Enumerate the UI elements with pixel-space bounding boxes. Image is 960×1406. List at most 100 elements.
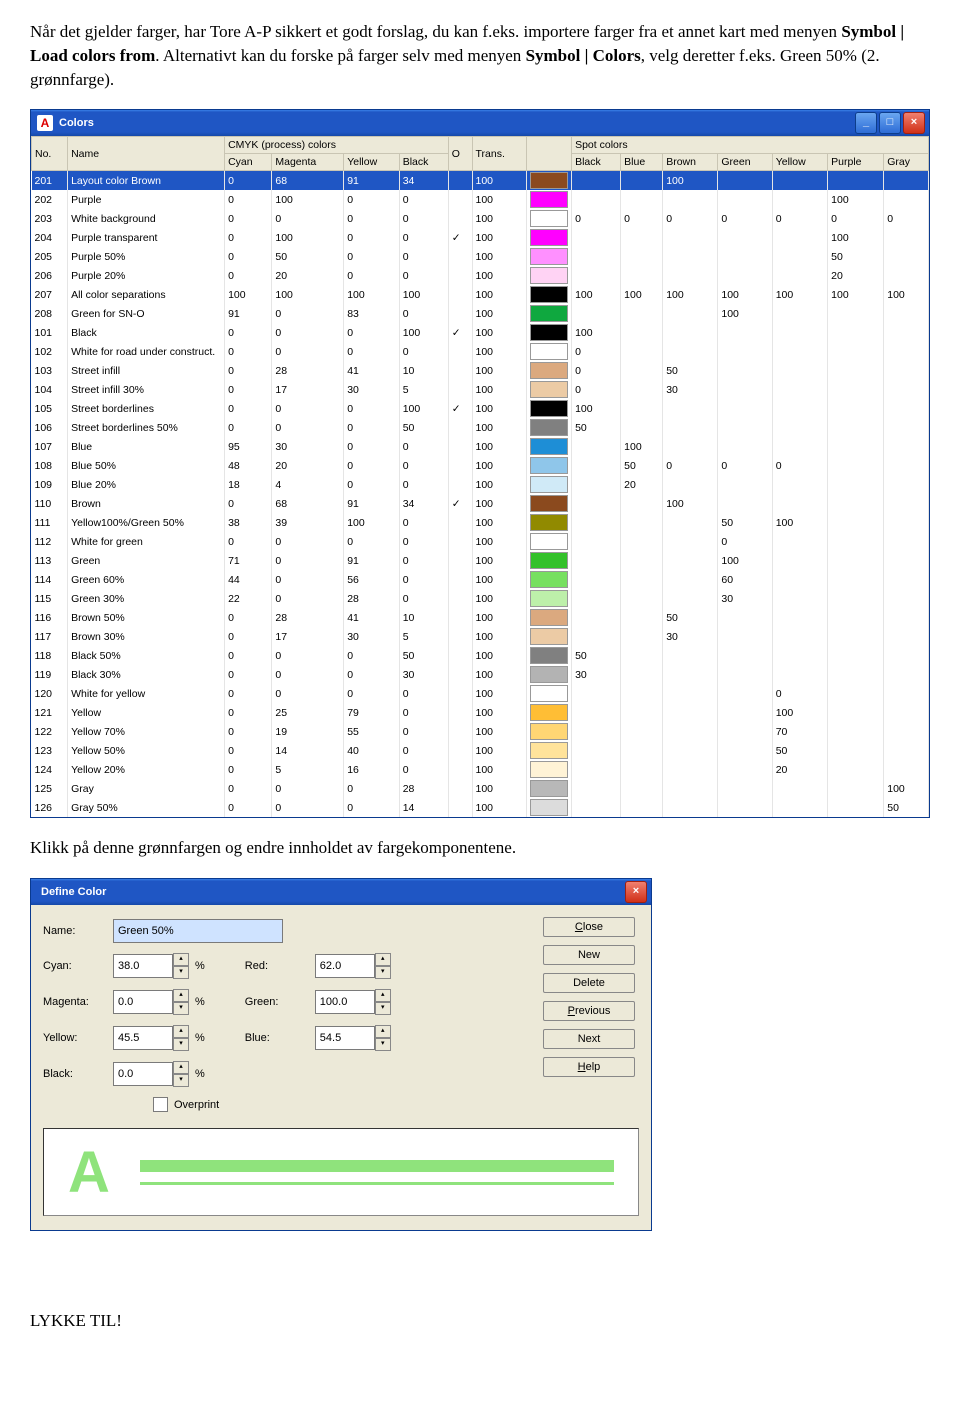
table-row[interactable]: 125Gray00028100100 xyxy=(32,779,929,798)
next-button[interactable]: Next xyxy=(543,1029,635,1049)
table-row[interactable]: 204Purple transparent010000✓100100 xyxy=(32,228,929,247)
color-preview: A xyxy=(43,1128,639,1216)
col-name[interactable]: Name xyxy=(68,137,225,171)
black-field[interactable] xyxy=(113,1062,173,1086)
col-yellow[interactable]: Yellow xyxy=(344,154,399,171)
table-row[interactable]: 126Gray 50%0001410050 xyxy=(32,798,929,817)
col-spot-gray[interactable]: Gray xyxy=(884,154,929,171)
table-row[interactable]: 104Street infill 30%017305100030 xyxy=(32,380,929,399)
maximize-button[interactable]: □ xyxy=(879,112,901,134)
dialog-title: Define Color xyxy=(41,886,106,898)
table-row[interactable]: 201Layout color Brown0689134100100 xyxy=(32,171,929,191)
green-label: Green: xyxy=(245,996,315,1008)
table-row[interactable]: 105Street borderlines000100✓100100 xyxy=(32,399,929,418)
table-row[interactable]: 101Black000100✓100100 xyxy=(32,323,929,342)
table-row[interactable]: 111Yellow100%/Green 50%3839100010050100 xyxy=(32,513,929,532)
table-row[interactable]: 202Purple010000100100 xyxy=(32,190,929,209)
dialog-close-button[interactable]: × xyxy=(625,881,647,903)
magenta-label: Magenta: xyxy=(43,996,113,1008)
col-group-cmyk: CMYK (process) colors xyxy=(225,137,449,154)
col-magenta[interactable]: Magenta xyxy=(272,154,344,171)
window-titlebar[interactable]: A Colors _ □ × xyxy=(31,110,929,136)
paragraph-1: Når det gjelder farger, har Tore A-P sik… xyxy=(30,20,930,91)
blue-down[interactable]: ▾ xyxy=(375,1038,391,1051)
delete-button[interactable]: Delete xyxy=(543,973,635,993)
magenta-field[interactable] xyxy=(113,990,173,1014)
red-up[interactable]: ▴ xyxy=(375,953,391,966)
col-o[interactable]: O xyxy=(448,137,472,171)
new-button[interactable]: New xyxy=(543,945,635,965)
blue-up[interactable]: ▴ xyxy=(375,1025,391,1038)
table-row[interactable]: 119Black 30%0003010030 xyxy=(32,665,929,684)
mag-up[interactable]: ▴ xyxy=(173,989,189,1002)
table-row[interactable]: 102White for road under construct.000010… xyxy=(32,342,929,361)
help-button[interactable]: Help xyxy=(543,1057,635,1077)
cyan-field[interactable] xyxy=(113,954,173,978)
colors-window: A Colors _ □ × No. Name CMYK (process) c… xyxy=(30,109,930,818)
col-trans[interactable]: Trans. xyxy=(472,137,527,171)
green-field[interactable] xyxy=(315,990,375,1014)
col-spot-blue[interactable]: Blue xyxy=(621,154,663,171)
col-group-spot: Spot colors xyxy=(572,137,929,154)
close-button[interactable]: × xyxy=(903,112,925,134)
table-row[interactable]: 207All color separations1001001001001001… xyxy=(32,285,929,304)
yel-up[interactable]: ▴ xyxy=(173,1025,189,1038)
table-row[interactable]: 121Yellow025790100100 xyxy=(32,703,929,722)
col-no[interactable]: No. xyxy=(32,137,68,171)
table-row[interactable]: 206Purple 20%0200010020 xyxy=(32,266,929,285)
red-field[interactable] xyxy=(315,954,375,978)
blk-up[interactable]: ▴ xyxy=(173,1061,189,1074)
table-row[interactable]: 113Green710910100100 xyxy=(32,551,929,570)
table-row[interactable]: 208Green for SN-O910830100100 xyxy=(32,304,929,323)
col-black[interactable]: Black xyxy=(399,154,448,171)
col-spot-brown[interactable]: Brown xyxy=(663,154,718,171)
cyan-label: Cyan: xyxy=(43,960,113,972)
colors-table[interactable]: No. Name CMYK (process) colors O Trans. … xyxy=(31,136,929,817)
blk-down[interactable]: ▾ xyxy=(173,1074,189,1087)
table-row[interactable]: 109Blue 20%1840010020 xyxy=(32,475,929,494)
table-row[interactable]: 108Blue 50%48200010050000 xyxy=(32,456,929,475)
yellow-field[interactable] xyxy=(113,1026,173,1050)
close-button[interactable]: Close xyxy=(543,917,635,937)
yellow-label: Yellow: xyxy=(43,1032,113,1044)
table-row[interactable]: 106Street borderlines 50%0005010050 xyxy=(32,418,929,437)
table-row[interactable]: 123Yellow 50%01440010050 xyxy=(32,741,929,760)
table-row[interactable]: 107Blue953000100100 xyxy=(32,437,929,456)
col-spot-green[interactable]: Green xyxy=(718,154,772,171)
col-spot-purple[interactable]: Purple xyxy=(828,154,884,171)
dialog-titlebar[interactable]: Define Color × xyxy=(31,879,651,905)
green-down[interactable]: ▾ xyxy=(375,1002,391,1015)
app-icon: A xyxy=(37,115,53,131)
cyan-up[interactable]: ▴ xyxy=(173,953,189,966)
preview-bar-thick xyxy=(140,1160,614,1172)
col-cyan[interactable]: Cyan xyxy=(225,154,272,171)
table-row[interactable]: 124Yellow 20%0516010020 xyxy=(32,760,929,779)
cyan-down[interactable]: ▾ xyxy=(173,966,189,979)
table-row[interactable]: 116Brown 50%028411010050 xyxy=(32,608,929,627)
table-row[interactable]: 114Green 60%44056010060 xyxy=(32,570,929,589)
table-row[interactable]: 118Black 50%0005010050 xyxy=(32,646,929,665)
table-row[interactable]: 205Purple 50%0500010050 xyxy=(32,247,929,266)
green-up[interactable]: ▴ xyxy=(375,989,391,1002)
blue-field[interactable] xyxy=(315,1026,375,1050)
table-row[interactable]: 122Yellow 70%01955010070 xyxy=(32,722,929,741)
previous-button[interactable]: Previous xyxy=(543,1001,635,1021)
table-row[interactable]: 110Brown0689134✓100100 xyxy=(32,494,929,513)
col-spot-yellow[interactable]: Yellow xyxy=(772,154,827,171)
minimize-button[interactable]: _ xyxy=(855,112,877,134)
name-field[interactable] xyxy=(113,919,283,943)
mag-down[interactable]: ▾ xyxy=(173,1002,189,1015)
table-row[interactable]: 117Brown 30%01730510030 xyxy=(32,627,929,646)
blue-label: Blue: xyxy=(245,1032,315,1044)
table-row[interactable]: 112White for green00001000 xyxy=(32,532,929,551)
overprint-checkbox[interactable] xyxy=(153,1097,168,1112)
table-row[interactable]: 203White background00001000000000 xyxy=(32,209,929,228)
yel-down[interactable]: ▾ xyxy=(173,1038,189,1051)
table-row[interactable]: 120White for yellow00001000 xyxy=(32,684,929,703)
black-label: Black: xyxy=(43,1068,113,1080)
table-row[interactable]: 103Street infill0284110100050 xyxy=(32,361,929,380)
col-spot-black[interactable]: Black xyxy=(572,154,621,171)
paragraph-2: Klikk på denne grønnfargen og endre innh… xyxy=(30,836,930,860)
red-down[interactable]: ▾ xyxy=(375,966,391,979)
table-row[interactable]: 115Green 30%22028010030 xyxy=(32,589,929,608)
